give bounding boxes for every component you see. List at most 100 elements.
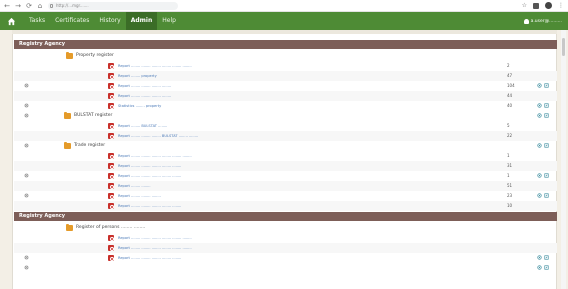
view-icon[interactable] xyxy=(537,153,542,168)
search-report-icon[interactable] xyxy=(108,163,114,169)
view-icon[interactable] xyxy=(537,183,542,198)
edit-icon[interactable] xyxy=(544,73,549,88)
view-icon[interactable] xyxy=(537,245,542,260)
back-button[interactable]: ← xyxy=(4,0,10,12)
report-link[interactable]: Report ........ property xyxy=(118,71,157,81)
table-row[interactable]: Statistics ........ property 40 xyxy=(14,101,557,118)
report-link[interactable]: Report ........ ........ ........ ......… xyxy=(118,91,171,101)
home-button[interactable]: ⌂ xyxy=(37,0,43,12)
search-report-icon[interactable] xyxy=(108,83,114,89)
nav-admin[interactable]: Admin xyxy=(125,12,158,30)
settings-icon[interactable] xyxy=(24,103,29,118)
report-link[interactable]: Report ........ ........ ........ ......… xyxy=(118,233,192,243)
edit-icon[interactable] xyxy=(544,153,549,168)
search-report-icon[interactable] xyxy=(108,103,114,109)
table-row[interactable]: Report ........ ........ ........ ......… xyxy=(14,243,557,260)
table-row[interactable]: Report ........ ........ ........ 23 xyxy=(14,191,557,208)
table-row[interactable]: Report ........ ........ ........ ......… xyxy=(14,61,557,78)
nav-history[interactable]: History xyxy=(94,12,125,30)
table-row[interactable]: Report ........ ........ ........ ......… xyxy=(14,91,557,108)
table-row[interactable]: Report ........ ........ ........ ......… xyxy=(14,201,557,218)
table-row[interactable]: Report ........ ........ ........ ......… xyxy=(14,233,557,250)
nav-help[interactable]: Help xyxy=(157,12,181,30)
address-bar[interactable]: http://...mgr....... xyxy=(48,1,178,10)
settings-icon[interactable] xyxy=(24,73,29,88)
scrollbar-thumb[interactable] xyxy=(562,38,565,56)
nav-tasks[interactable]: Tasks xyxy=(24,12,50,30)
forward-button[interactable]: → xyxy=(15,0,21,12)
view-icon[interactable] xyxy=(537,123,542,138)
view-icon[interactable] xyxy=(537,203,542,218)
settings-icon[interactable] xyxy=(24,173,29,188)
view-icon[interactable] xyxy=(537,73,542,88)
search-report-icon[interactable] xyxy=(108,153,114,159)
view-icon[interactable] xyxy=(537,133,542,148)
table-row[interactable]: Report ........ ........ ........ ......… xyxy=(14,161,557,178)
report-link[interactable]: Report ........ ........ ........ xyxy=(118,191,161,201)
search-report-icon[interactable] xyxy=(108,63,114,69)
settings-icon[interactable] xyxy=(24,203,29,218)
report-link[interactable]: Report ........ ........ ........ ......… xyxy=(118,253,181,263)
report-link[interactable]: Report ........ ........ ........ ......… xyxy=(118,171,181,181)
settings-icon[interactable] xyxy=(24,123,29,138)
report-link[interactable]: Report ........ ........ xyxy=(118,181,150,191)
view-icon[interactable] xyxy=(537,173,542,188)
report-link[interactable]: Report ........ ........ ........ BULSTA… xyxy=(118,131,198,141)
nav-certificates[interactable]: Certificates xyxy=(50,12,94,30)
edit-icon[interactable] xyxy=(544,163,549,178)
table-row[interactable]: Report ........ ........ ........ ......… xyxy=(14,253,557,270)
view-icon[interactable] xyxy=(537,235,542,250)
settings-icon[interactable] xyxy=(24,163,29,178)
table-row[interactable]: Report ........ property 47 xyxy=(14,71,557,88)
edit-icon[interactable] xyxy=(544,103,549,118)
search-report-icon[interactable] xyxy=(108,93,114,99)
search-report-icon[interactable] xyxy=(108,123,114,129)
search-report-icon[interactable] xyxy=(108,193,114,199)
search-report-icon[interactable] xyxy=(108,255,114,261)
search-report-icon[interactable] xyxy=(108,245,114,251)
edit-icon[interactable] xyxy=(544,245,549,260)
table-row[interactable]: Report ........ ........ ........ ......… xyxy=(14,81,557,98)
view-icon[interactable] xyxy=(537,193,542,208)
table-row[interactable]: Report ........ ........ 51 xyxy=(14,181,557,198)
bookmark-star-icon[interactable]: ☆ xyxy=(522,0,527,12)
settings-icon[interactable] xyxy=(24,83,29,98)
report-link[interactable]: Report ........ ........ ........ ......… xyxy=(118,81,171,91)
report-link[interactable]: Report ........ ........ ........ ......… xyxy=(118,243,192,253)
settings-icon[interactable] xyxy=(24,133,29,148)
report-link[interactable]: Report ........ ........ ........ ......… xyxy=(118,161,181,171)
search-report-icon[interactable] xyxy=(108,183,114,189)
edit-icon[interactable] xyxy=(544,173,549,188)
extension-icon[interactable] xyxy=(533,2,539,9)
settings-icon[interactable] xyxy=(24,183,29,198)
edit-icon[interactable] xyxy=(544,83,549,98)
edit-icon[interactable] xyxy=(544,203,549,218)
settings-icon[interactable] xyxy=(24,255,29,270)
search-report-icon[interactable] xyxy=(108,173,114,179)
edit-icon[interactable] xyxy=(544,235,549,250)
profile-avatar[interactable] xyxy=(545,2,552,9)
settings-icon[interactable] xyxy=(24,93,29,108)
report-link[interactable]: Statistics ........ property xyxy=(118,101,161,111)
search-report-icon[interactable] xyxy=(108,133,114,139)
view-icon[interactable] xyxy=(537,93,542,108)
home-icon[interactable] xyxy=(4,14,18,28)
edit-icon[interactable] xyxy=(544,93,549,108)
table-row[interactable]: Report ........ ........ ........ BULSTA… xyxy=(14,131,557,148)
view-icon[interactable] xyxy=(537,63,542,78)
reload-button[interactable]: ⟳ xyxy=(26,0,32,12)
edit-icon[interactable] xyxy=(544,183,549,198)
report-link[interactable]: Report ........ ........ ........ ......… xyxy=(118,201,181,211)
settings-icon[interactable] xyxy=(24,63,29,78)
page-scrollbar[interactable] xyxy=(561,30,566,289)
report-link[interactable]: Report ........ BULSTAT ........ xyxy=(118,121,167,131)
settings-icon[interactable] xyxy=(24,235,29,250)
search-report-icon[interactable] xyxy=(108,235,114,241)
edit-icon[interactable] xyxy=(544,123,549,138)
table-row[interactable]: Report ........ BULSTAT ........ 5 xyxy=(14,121,557,138)
edit-icon[interactable] xyxy=(544,133,549,148)
view-icon[interactable] xyxy=(537,83,542,98)
edit-icon[interactable] xyxy=(544,63,549,78)
browser-menu-icon[interactable]: ⋮ xyxy=(558,0,564,12)
settings-icon[interactable] xyxy=(24,245,29,260)
